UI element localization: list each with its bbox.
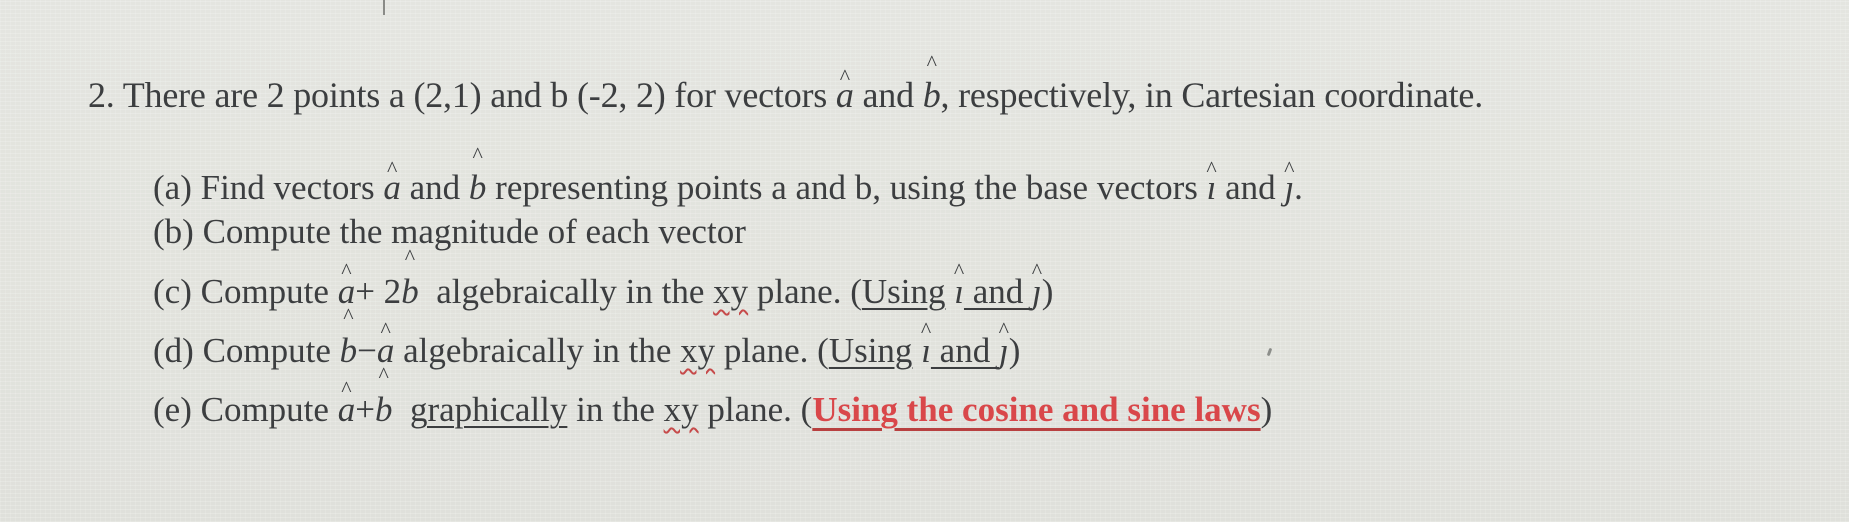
part-text: ) xyxy=(1041,272,1054,311)
sub-question-a: (a) Find vectors ^ a and ^ b representing … xyxy=(153,144,1303,210)
question-text-part-1: There are 2 points a (2,1) and b (-2, 2)… xyxy=(122,75,828,115)
unit-vector-i-hat: ^ ı xyxy=(954,260,964,315)
and-underlined: and xyxy=(963,272,1033,311)
hat-accent: ^ xyxy=(343,303,354,328)
using-underlined: Using xyxy=(861,272,946,311)
hat-accent: ^ xyxy=(953,258,965,283)
part-text: ) xyxy=(1008,331,1021,370)
hat-accent: ^ xyxy=(341,376,352,401)
vector-symbol: b xyxy=(922,75,941,115)
sub-question-d: (d) Compute ^ b− ^ a algebraically in the x… xyxy=(153,305,1303,386)
vector-b-hat: ^ b xyxy=(922,52,941,116)
part-text: representing points a and b, using the b… xyxy=(495,168,1198,207)
vector-symbol: b xyxy=(468,168,487,207)
hat-accent: ^ xyxy=(839,64,850,89)
spellcheck-xy[interactable]: xy xyxy=(664,390,699,429)
hat-accent: ^ xyxy=(404,244,416,269)
part-text: Compute xyxy=(200,390,329,429)
screen-edge-mark xyxy=(383,0,385,15)
part-text: in the xyxy=(576,390,655,429)
unit-vector-j-hat: ^ ȷ xyxy=(999,319,1009,374)
document-photo: 2. There are 2 points a (2,1) and b (-2,… xyxy=(0,0,1849,522)
hat-accent: ^ xyxy=(926,50,937,75)
vector-symbol: b xyxy=(374,390,393,429)
vector-symbol: b xyxy=(339,331,358,370)
part-label: (d) xyxy=(153,331,194,370)
part-text: in the xyxy=(625,272,705,311)
part-label: (e) xyxy=(153,390,192,429)
and-underlined: and xyxy=(930,331,999,370)
hat-accent: ^ xyxy=(378,362,389,387)
cosine-sine-laws-note: Using the cosine and sine laws xyxy=(812,390,1261,429)
part-text: Find vectors xyxy=(200,168,375,207)
operator: + xyxy=(355,390,375,429)
vector-symbol: b xyxy=(401,272,419,311)
part-text: and xyxy=(1225,168,1276,207)
hat-accent: ^ xyxy=(380,317,391,342)
part-text: and xyxy=(409,168,461,207)
vector-a-hat: ^ a xyxy=(836,66,854,116)
hat-accent: ^ xyxy=(341,258,352,283)
unit-vector-i-hat: ^ ı xyxy=(921,319,931,374)
hat-accent: ^ xyxy=(1206,156,1217,181)
part-text: plane. ( xyxy=(707,390,813,429)
vector-b-hat: ^ b xyxy=(401,246,419,315)
method-text: algebraically xyxy=(403,331,584,370)
unit-vector-i-hat: ^ ı xyxy=(1206,158,1216,210)
part-text: ) xyxy=(1260,390,1273,429)
vector-b-hat: ^ b xyxy=(468,144,487,210)
vector-a-hat: ^ a xyxy=(338,378,356,433)
part-label: (b) xyxy=(153,212,194,251)
hat-accent: ^ xyxy=(386,156,398,181)
hat-accent: ^ xyxy=(998,317,1009,342)
operator: − xyxy=(357,331,377,370)
vector-b-hat: ^ b xyxy=(374,364,393,433)
question-number: 2. xyxy=(88,75,115,115)
part-text: Compute xyxy=(202,331,331,370)
part-text: Compute the magnitude of each vector xyxy=(202,212,746,251)
sub-question-list: (a) Find vectors ^ a and ^ b representing … xyxy=(153,144,1303,433)
part-text: plane. ( xyxy=(723,331,829,370)
vector-a-hat: ^ a xyxy=(383,158,401,210)
using-underlined: Using xyxy=(828,331,913,370)
question-text-part-2: , respectively, in Cartesian coordinate. xyxy=(940,75,1484,115)
spellcheck-xy[interactable]: xy xyxy=(680,331,715,370)
method-text: algebraically xyxy=(436,272,617,311)
hat-accent: ^ xyxy=(1284,156,1295,181)
question-and: and xyxy=(862,75,915,115)
part-label: (c) xyxy=(153,272,192,311)
part-text: in the xyxy=(592,331,672,370)
hat-accent: ^ xyxy=(1031,258,1043,283)
hat-accent: ^ xyxy=(472,142,483,167)
part-text: Compute xyxy=(200,272,329,311)
vector-b-hat: ^ b xyxy=(339,305,358,374)
part-text: plane. ( xyxy=(756,272,862,311)
operator: + 2 xyxy=(355,272,402,311)
sub-question-e: (e) Compute ^ a+ ^ b graphically in the xy … xyxy=(153,364,1303,433)
hat-accent: ^ xyxy=(920,317,932,342)
question-statement: 2. There are 2 points a (2,1) and b (-2,… xyxy=(88,52,1484,116)
sub-question-c: (c) Compute ^ a+ 2 ^ b algebraically in the… xyxy=(153,246,1303,327)
method-text-underlined: graphically xyxy=(409,390,568,429)
spellcheck-xy[interactable]: xy xyxy=(713,272,748,311)
unit-vector-j-hat: ^ ȷ xyxy=(1032,260,1042,315)
part-label: (a) xyxy=(153,168,192,207)
unit-vector-j-hat: ^ ȷ xyxy=(1284,158,1294,210)
part-text: . xyxy=(1294,168,1303,207)
sub-question-b: (b) Compute the magnitude of each vector xyxy=(153,210,1303,268)
